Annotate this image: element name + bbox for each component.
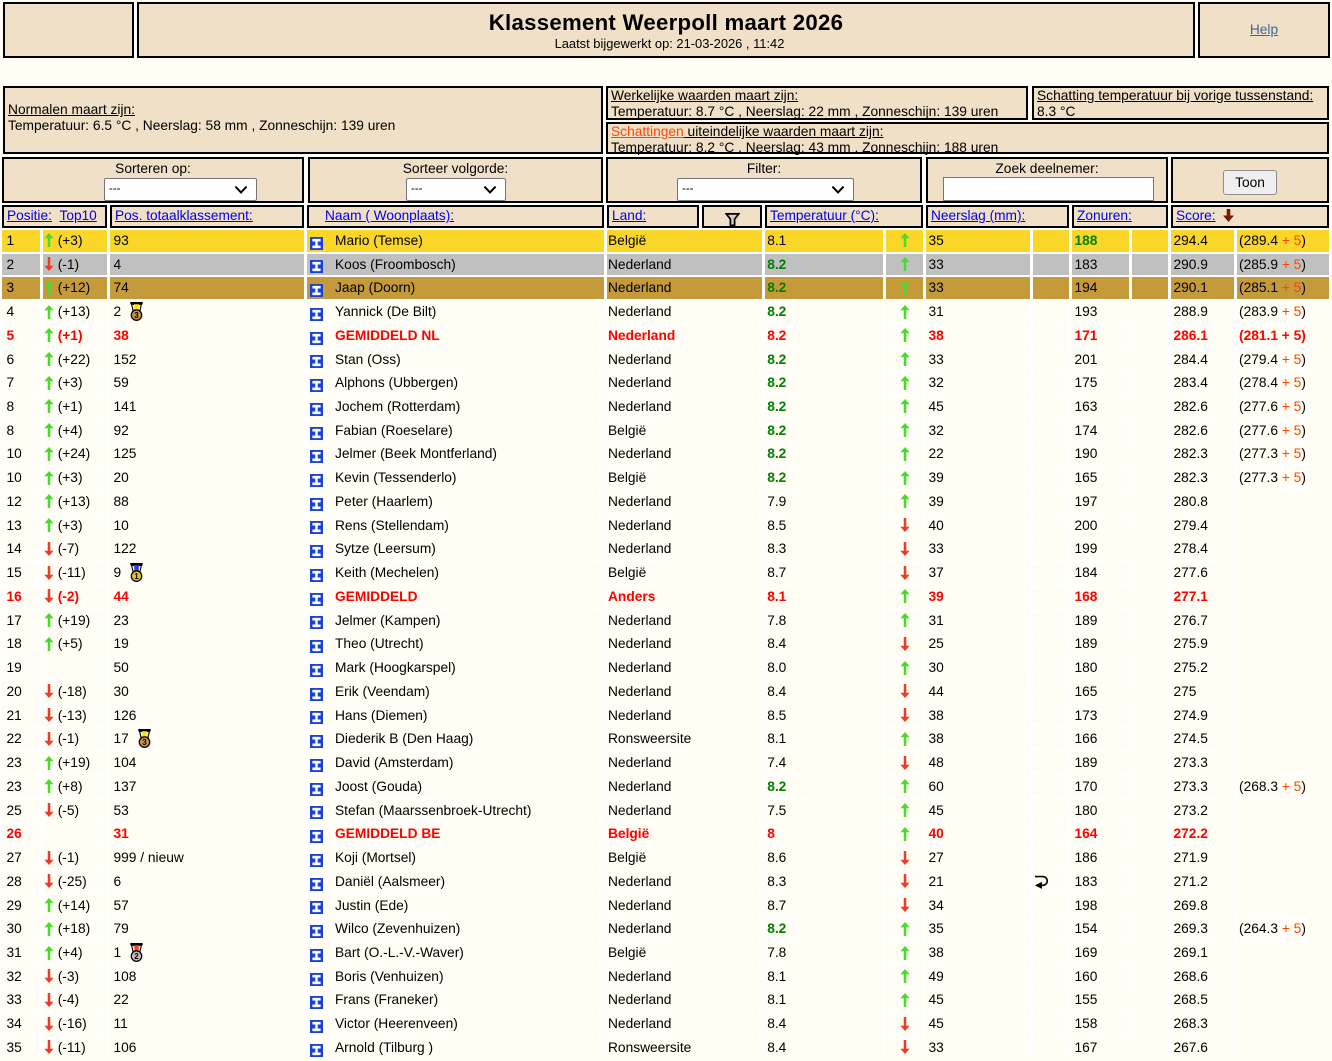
svg-text:3: 3 xyxy=(134,311,139,320)
svg-text:2: 2 xyxy=(134,952,139,961)
svg-text:1: 1 xyxy=(134,572,139,581)
svg-text:3: 3 xyxy=(142,738,147,747)
